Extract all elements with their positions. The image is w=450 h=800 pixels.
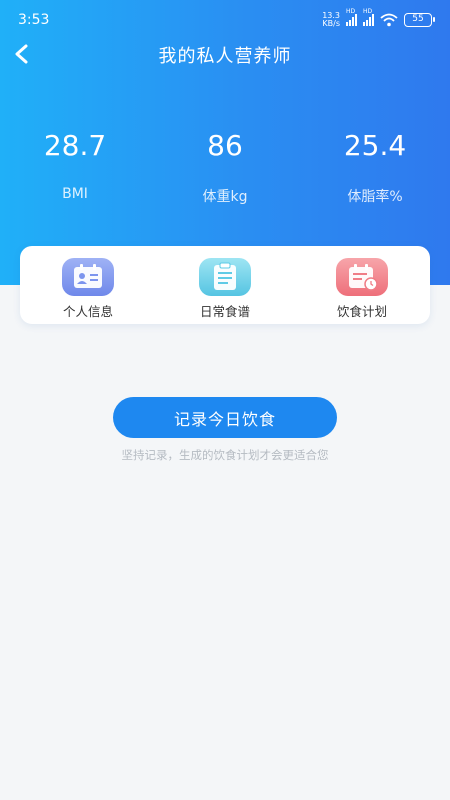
hd-label: HD bbox=[346, 8, 356, 15]
signal-icon: HD bbox=[346, 8, 357, 26]
menu-label: 个人信息 bbox=[62, 304, 113, 319]
id-card-icon bbox=[62, 258, 114, 296]
stat-label: 体重kg bbox=[202, 189, 248, 205]
status-icons: 13.3 KB/s HD HD 55 bbox=[320, 8, 435, 28]
signal-icon: HD bbox=[363, 8, 374, 26]
stat-body-fat: 25.4 体脂率% bbox=[300, 126, 450, 206]
hint-text: 坚持记录，生成的饮食计划才会更适合您 bbox=[121, 448, 329, 462]
stat-value: 86 bbox=[207, 129, 243, 162]
menu-item-personal-info[interactable]: 个人信息 bbox=[28, 258, 148, 320]
stat-weight: 86 体重kg bbox=[150, 126, 300, 206]
stat-value: 25.4 bbox=[343, 129, 407, 162]
top-bar: 我的私人营养师 bbox=[0, 38, 450, 70]
stat-value: 28.7 bbox=[43, 129, 107, 162]
menu-item-diet-plan[interactable]: 饮食计划 bbox=[302, 258, 422, 320]
calendar-clock-icon bbox=[336, 258, 388, 296]
menu-label: 饮食计划 bbox=[336, 304, 387, 319]
clipboard-icon bbox=[199, 258, 251, 296]
status-bar: 3:53 13.3 KB/s HD HD 55 bbox=[0, 0, 450, 40]
menu-label: 日常食谱 bbox=[199, 304, 250, 319]
battery-icon: 55 bbox=[404, 13, 435, 27]
hd-label: HD bbox=[363, 8, 373, 15]
page-title: 我的私人营养师 bbox=[158, 46, 292, 67]
screen: 3:53 13.3 KB/s HD HD 55 我的私人营养师 28.7 BMI… bbox=[0, 0, 450, 800]
wifi-icon bbox=[380, 13, 398, 27]
stat-label: 体脂率% bbox=[347, 189, 403, 205]
network-speed-unit: KB/s bbox=[322, 19, 340, 28]
menu-card: 个人信息 日常食谱 饮食计划 bbox=[20, 246, 430, 324]
network-speed: 13.3 KB/s bbox=[320, 12, 340, 28]
stat-bmi: 28.7 BMI bbox=[0, 126, 150, 202]
status-time: 3:53 bbox=[18, 12, 50, 28]
stat-label: BMI bbox=[62, 186, 88, 202]
record-today-diet-button[interactable]: 记录今日饮食 bbox=[113, 397, 337, 438]
menu-item-daily-recipes[interactable]: 日常食谱 bbox=[165, 258, 285, 320]
